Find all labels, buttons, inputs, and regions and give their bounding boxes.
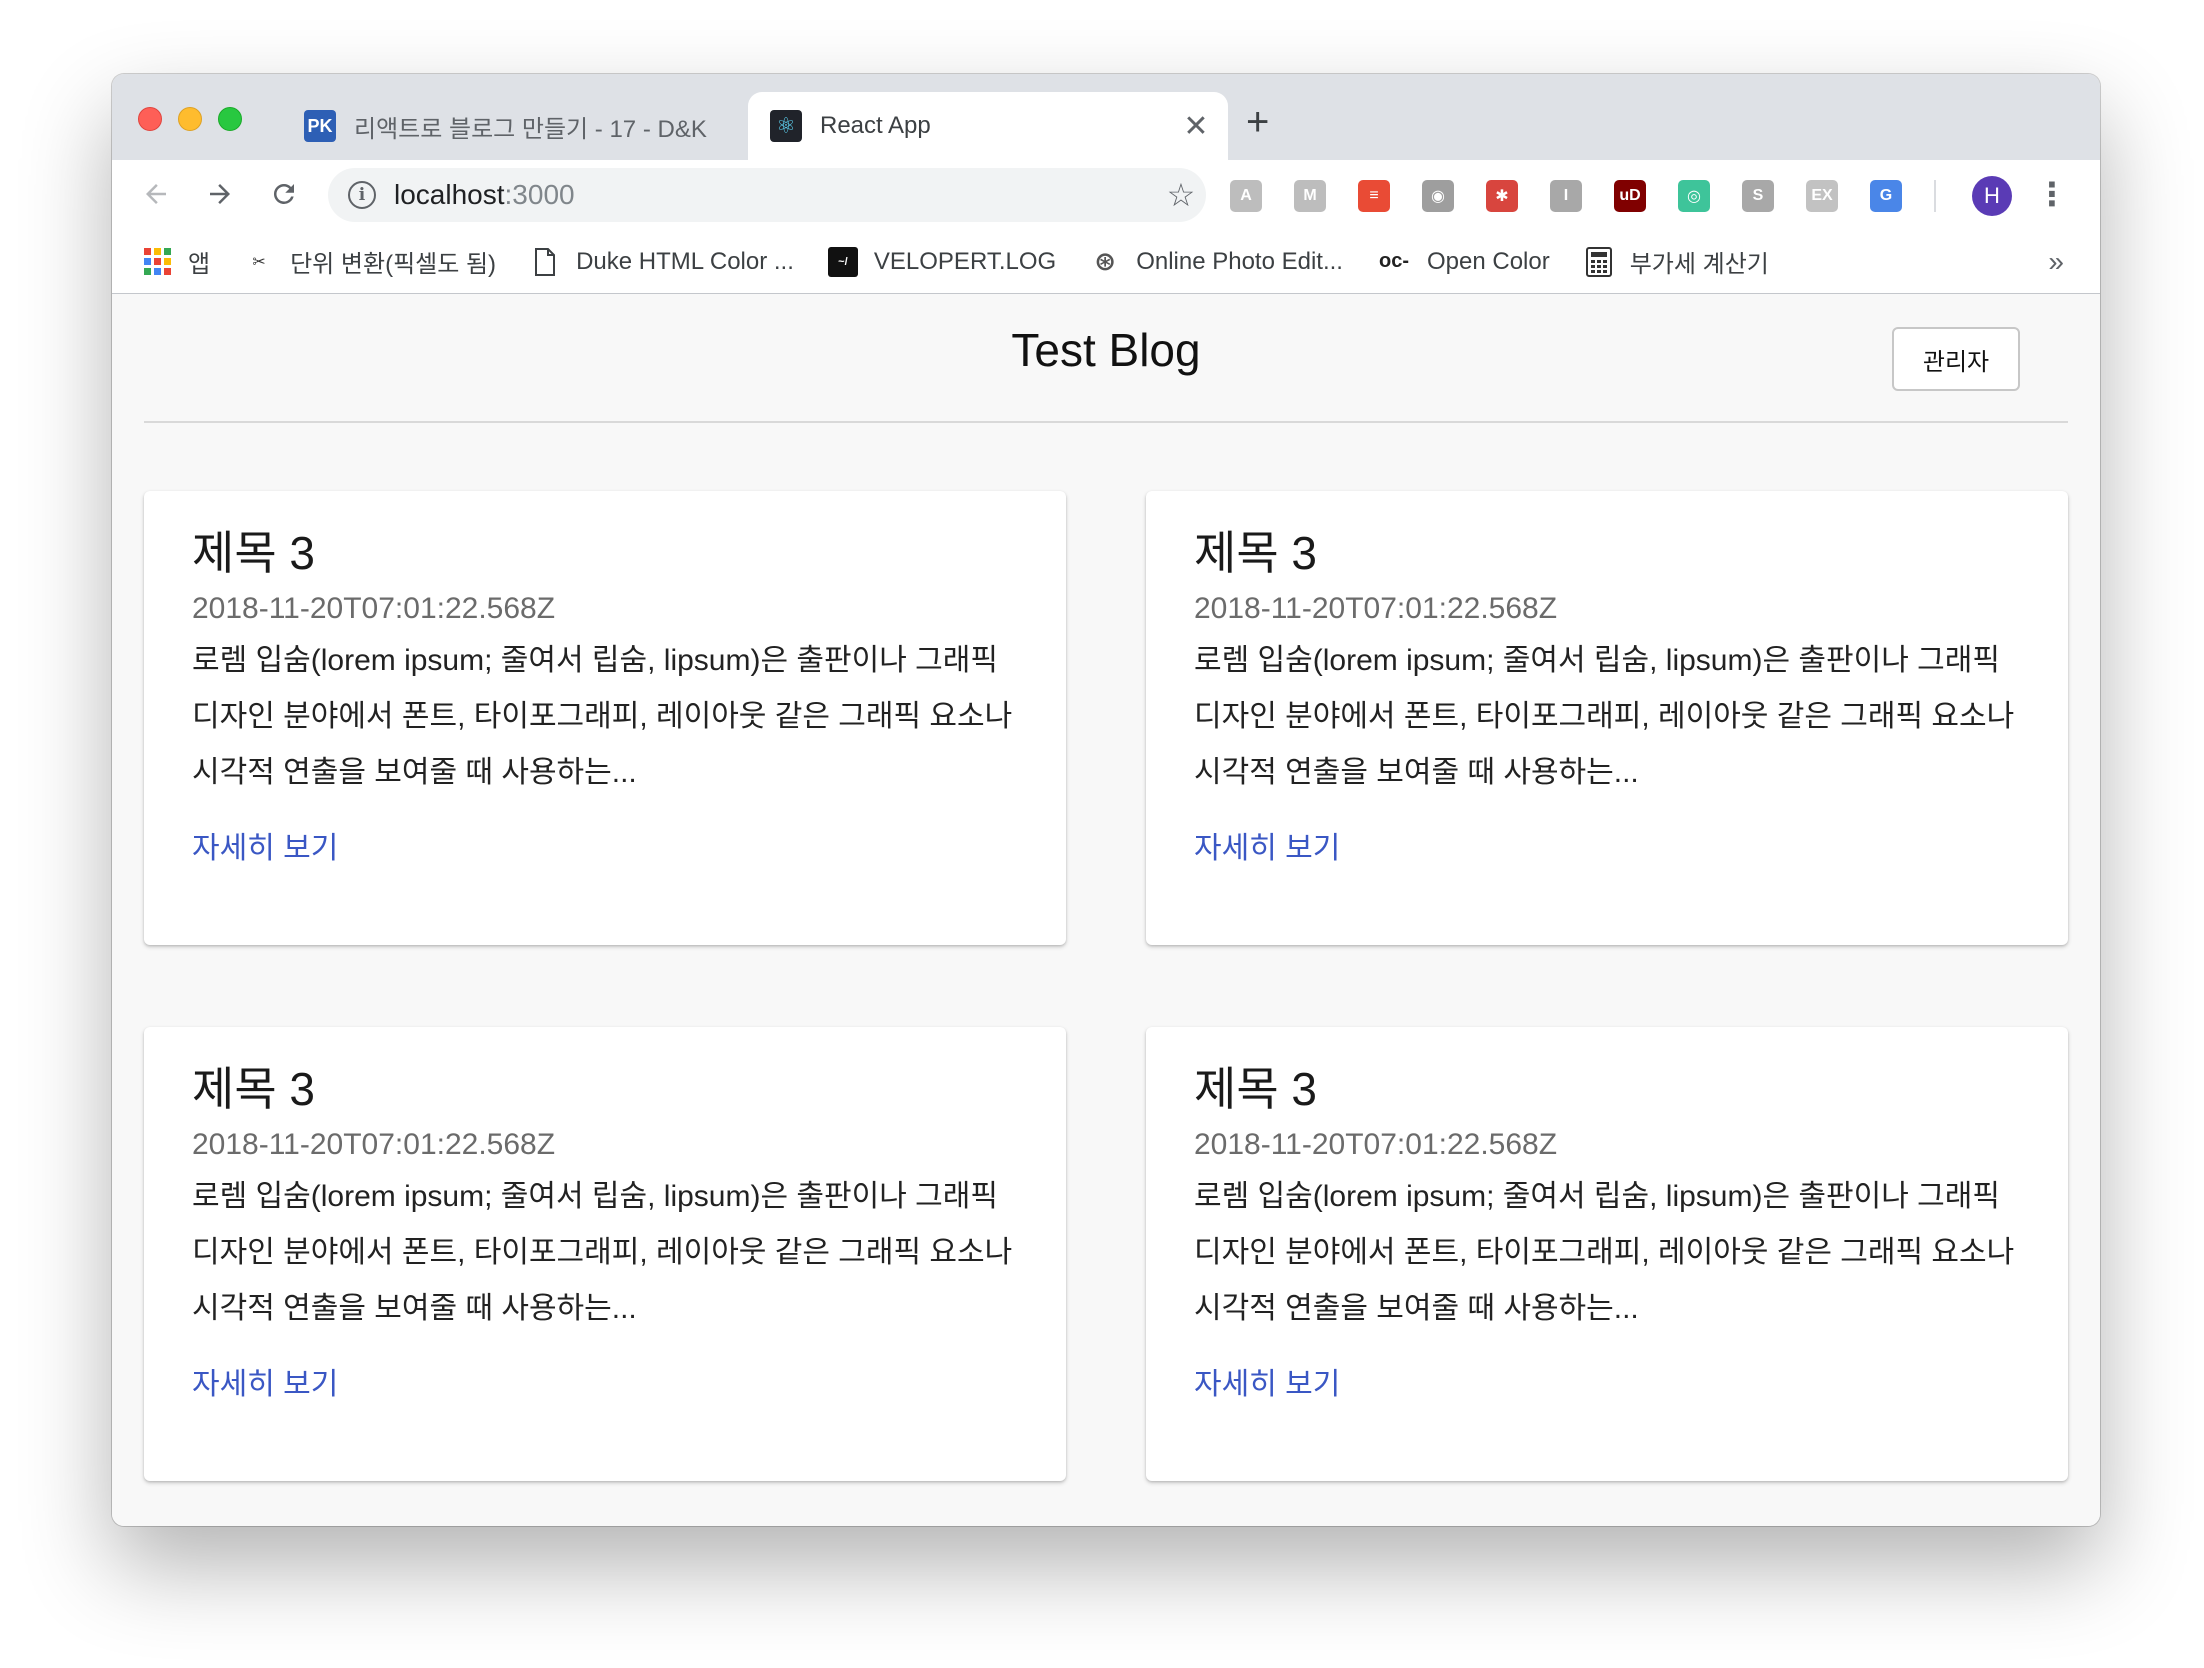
address-url[interactable]: localhost:3000 xyxy=(394,179,1156,211)
velopert-icon: ~/ xyxy=(827,246,858,277)
address-bar[interactable]: i localhost:3000 ☆ xyxy=(328,168,1206,222)
window-close-button[interactable] xyxy=(138,107,162,131)
post-card: 제목 3 2018-11-20T07:01:22.568Z 로렘 입숨(lore… xyxy=(1146,491,2068,945)
reader-icon[interactable]: M xyxy=(1294,180,1326,212)
pocket-list-icon[interactable]: ≡ xyxy=(1358,180,1390,212)
new-tab-button[interactable]: + xyxy=(1246,102,1269,142)
post-date: 2018-11-20T07:01:22.568Z xyxy=(1194,1128,1558,1161)
aperture-icon: ⊛ xyxy=(1094,246,1117,276)
browser-toolbar: i localhost:3000 ☆ A M ≡ ◉ ✱ IuD ◎ S EX G H ⋮ xyxy=(112,160,2100,230)
page-viewport: Test Blog 관리자 제목 3 2018-11-20T07:01:22.5… xyxy=(112,295,2100,1526)
s-icon[interactable]: S xyxy=(1742,180,1774,212)
target-icon[interactable]: ◎ xyxy=(1678,180,1710,212)
post-card: 제목 3 2018-11-20T07:01:22.568Z 로렘 입숨(lore… xyxy=(1146,1027,2068,1481)
ext-i-icon[interactable]: I xyxy=(1550,180,1582,212)
url-host: localhost xyxy=(394,179,505,210)
toolbar-separator xyxy=(1934,180,1936,212)
dk-favicon-icon: PK xyxy=(304,110,336,142)
page-title[interactable]: Test Blog xyxy=(144,323,2068,377)
tool-icon: ✂ xyxy=(252,253,266,271)
post-title[interactable]: 제목 3 xyxy=(1194,1061,2020,1117)
bookmark-duke-html-color[interactable]: Duke HTML Color ... xyxy=(530,247,794,277)
ublock-icon[interactable]: uD xyxy=(1614,180,1646,212)
read-more-link[interactable]: 자세히 보기 xyxy=(192,829,338,869)
bookmark-star-icon[interactable]: ☆ xyxy=(1156,176,1206,214)
profile-avatar[interactable]: H xyxy=(1972,176,2012,216)
post-title[interactable]: 제목 3 xyxy=(192,525,1018,581)
reload-icon[interactable] xyxy=(264,174,304,214)
post-card: 제목 3 2018-11-20T07:01:22.568Z 로렘 입숨(lore… xyxy=(144,491,1066,945)
extensions-bar: A M ≡ ◉ ✱ IuD ◎ S EX G xyxy=(1230,176,1960,216)
tab-title: 리액트로 블로그 만들기 - 17 - D&K xyxy=(354,115,707,143)
bookmark-unit-converter[interactable]: ✂ 단위 변환(픽셀도 됨) xyxy=(244,244,496,279)
adblock-icon[interactable]: A xyxy=(1230,180,1262,212)
bookmark-label: VELOPERT.LOG xyxy=(873,247,1057,275)
browser-window: PK 리액트로 블로그 만들기 - 17 - D&K ✕ ⚛ React App… xyxy=(112,74,2100,1526)
bookmark-open-color[interactable]: oc- Open Color xyxy=(1377,247,1550,277)
brain-icon[interactable]: ◉ xyxy=(1422,180,1454,212)
tab-react-app[interactable]: ⚛ React App ✕ xyxy=(748,92,1228,160)
bookmark-photo-editor[interactable]: ⊛ Online Photo Edit... xyxy=(1090,246,1343,277)
bookmark-label: Duke HTML Color ... xyxy=(576,247,794,275)
site-info-icon[interactable]: i xyxy=(348,181,376,209)
post-date: 2018-11-20T07:01:22.568Z xyxy=(1194,592,1558,625)
url-port: :3000 xyxy=(504,179,575,210)
back-arrow-icon[interactable] xyxy=(136,174,176,214)
forward-arrow-icon[interactable] xyxy=(200,174,240,214)
window-zoom-button[interactable] xyxy=(218,107,242,131)
bookmark-velopert[interactable]: ~/ VELOPERT.LOG xyxy=(827,246,1057,277)
translate-icon[interactable]: G xyxy=(1870,180,1902,212)
bookmark-label: 앱 xyxy=(188,251,211,278)
admin-button[interactable]: 관리자 xyxy=(1892,327,2020,391)
read-more-link[interactable]: 자세히 보기 xyxy=(192,1365,338,1405)
tab-strip: PK 리액트로 블로그 만들기 - 17 - D&K ✕ ⚛ React App… xyxy=(112,74,2100,160)
post-title[interactable]: 제목 3 xyxy=(192,1061,1018,1117)
calculator-icon xyxy=(1584,246,1614,277)
post-excerpt: 로렘 입숨(lorem ipsum; 줄여서 립숨, lipsum)은 출판이나… xyxy=(1194,644,2015,789)
ex-icon[interactable]: EX xyxy=(1806,180,1838,212)
read-more-link[interactable]: 자세히 보기 xyxy=(1194,1365,1340,1405)
bookmark-label: Open Color xyxy=(1426,247,1550,275)
apps-grid-icon xyxy=(142,247,172,277)
bookmarks-overflow-icon[interactable]: » xyxy=(2048,246,2064,278)
post-card: 제목 3 2018-11-20T07:01:22.568Z 로렘 입숨(lore… xyxy=(144,1027,1066,1481)
document-icon xyxy=(530,247,560,277)
post-title[interactable]: 제목 3 xyxy=(1194,525,2020,581)
bookmark-vat-calculator[interactable]: 부가세 계산기 xyxy=(1584,244,1769,279)
read-more-link[interactable]: 자세히 보기 xyxy=(1194,829,1340,869)
oc-icon: oc- xyxy=(1378,250,1409,272)
react-devtools-icon[interactable]: ✱ xyxy=(1486,180,1518,212)
tab-title: React App xyxy=(820,112,931,139)
bookmark-apps[interactable]: 앱 xyxy=(142,244,210,279)
bookmark-label: 부가세 계산기 xyxy=(1629,251,1769,278)
post-excerpt: 로렘 입숨(lorem ipsum; 줄여서 립숨, lipsum)은 출판이나… xyxy=(192,644,1013,789)
tab-close-icon[interactable]: ✕ xyxy=(1176,109,1216,144)
post-excerpt: 로렘 입숨(lorem ipsum; 줄여서 립숨, lipsum)은 출판이나… xyxy=(192,1180,1013,1325)
post-date: 2018-11-20T07:01:22.568Z xyxy=(192,1128,556,1161)
post-date: 2018-11-20T07:01:22.568Z xyxy=(192,592,556,625)
window-minimize-button[interactable] xyxy=(178,107,202,131)
post-excerpt: 로렘 입숨(lorem ipsum; 줄여서 립숨, lipsum)은 출판이나… xyxy=(1194,1180,2015,1325)
blog-header: Test Blog 관리자 xyxy=(144,295,2068,423)
bookmark-label: Online Photo Edit... xyxy=(1136,247,1343,275)
bookmark-label: 단위 변환(픽셀도 됨) xyxy=(290,251,497,278)
bookmarks-bar: 앱 ✂ 단위 변환(픽셀도 됨) Duke HTML Color ... ~/ … xyxy=(112,230,2100,294)
react-favicon-icon: ⚛ xyxy=(770,110,802,142)
browser-menu-icon[interactable]: ⋮ xyxy=(2032,174,2072,214)
